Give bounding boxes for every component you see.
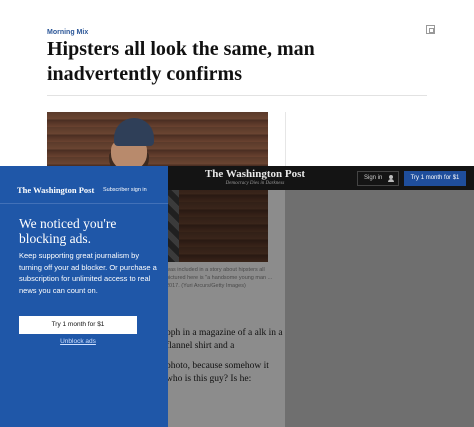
- masthead-logo[interactable]: The Washington Post: [200, 168, 310, 180]
- section-kicker[interactable]: Morning Mix: [47, 29, 88, 36]
- topbar-subscribe-button[interactable]: Try 1 month for $1: [404, 171, 466, 186]
- modal-title: We noticed you're blocking ads.: [19, 216, 117, 246]
- photo-beanie: [114, 118, 154, 146]
- user-icon: [388, 175, 394, 182]
- adblock-modal: The Washington Post Subscriber sign in W…: [0, 166, 168, 427]
- sign-in-label: Sign in: [364, 175, 383, 181]
- modal-header: The Washington Post Subscriber sign in: [0, 166, 168, 204]
- modal-logo: The Washington Post: [17, 185, 95, 195]
- divider: [47, 95, 427, 96]
- subscriber-sign-in-link[interactable]: Subscriber sign in: [103, 187, 147, 193]
- article-headline: Hipsters all look the same, man inadvert…: [47, 38, 315, 85]
- masthead-tagline: Democracy Dies in Darkness: [225, 181, 285, 186]
- share-icon[interactable]: [426, 25, 435, 34]
- sidebar-dim-overlay: [285, 190, 474, 427]
- modal-subscribe-button[interactable]: Try 1 month for $1: [19, 316, 137, 334]
- site-masthead[interactable]: The Washington Post Democracy Dies in Da…: [200, 168, 310, 187]
- modal-message: Keep supporting great journalism by turn…: [19, 251, 157, 296]
- unblock-ads-link[interactable]: Unblock ads: [19, 338, 137, 345]
- topbar-sign-in-button[interactable]: Sign in: [357, 171, 399, 186]
